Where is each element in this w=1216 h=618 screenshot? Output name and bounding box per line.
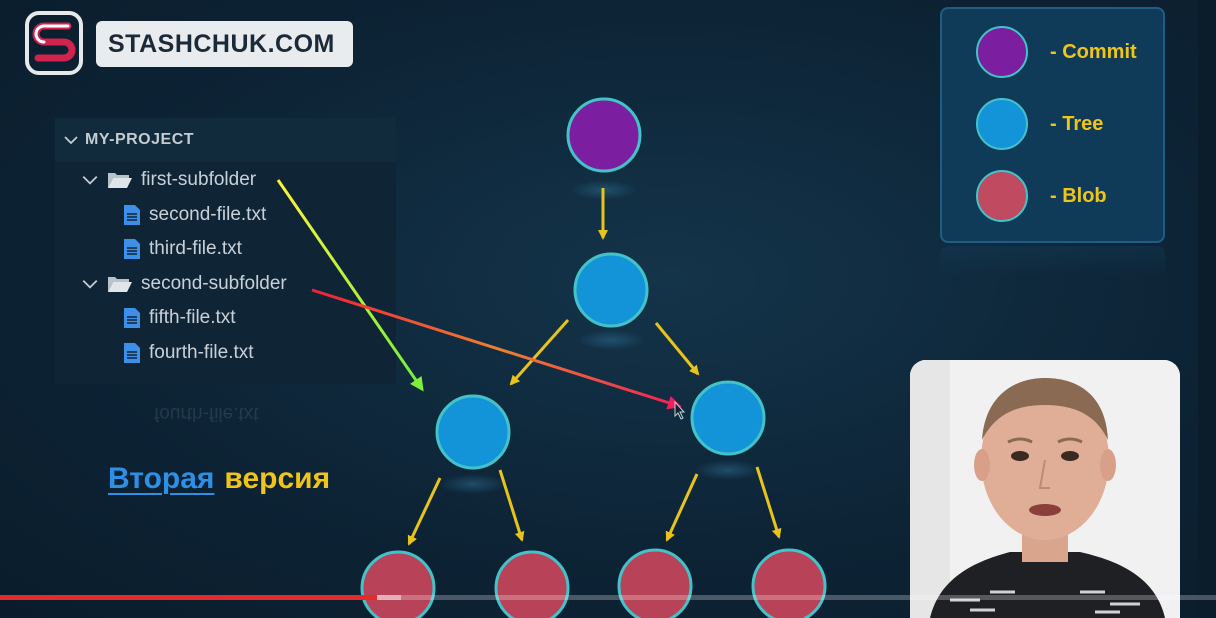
tree-item-label: fourth-file.txt (149, 342, 254, 363)
file-explorer: MY-PROJECT first-subfolder second-file.t… (55, 118, 396, 384)
folder-open-icon (108, 173, 132, 188)
site-badge: STASHCHUK.COM (96, 21, 353, 67)
tree-file-fourth-file[interactable]: fourth-file.txt (123, 336, 254, 370)
chevron-down-icon (82, 175, 98, 185)
tree-item-label: third-file.txt (149, 238, 242, 259)
tree-folder-second-subfolder[interactable]: second-subfolder (81, 267, 287, 301)
blob-node (751, 548, 827, 618)
progress-buffered (377, 595, 401, 600)
file-text-icon (124, 239, 140, 259)
tree-node-root (573, 252, 649, 328)
explorer-header[interactable]: MY-PROJECT (55, 118, 396, 162)
progress-played (0, 595, 377, 600)
edge-tree-blob-2 (498, 469, 525, 542)
tree-file-fifth-file[interactable]: fifth-file.txt (123, 301, 236, 335)
mouse-cursor-icon (674, 400, 686, 420)
node-reflection (439, 474, 507, 494)
tree-file-third-file[interactable]: third-file.txt (123, 232, 242, 266)
edge-tree-blob-3 (665, 473, 699, 542)
legend-label: - Commit (1050, 40, 1137, 63)
edge-tree-blob-4 (755, 466, 782, 539)
chevron-down-icon (82, 279, 98, 289)
legend-item-tree: - Tree (976, 95, 1166, 153)
caption-word-1: Вторая (108, 462, 215, 495)
edge-tree-tree-right (654, 322, 700, 376)
legend-reflection (940, 246, 1165, 276)
node-reflection (577, 330, 645, 350)
folder-open-icon (108, 277, 132, 292)
stashchuk-logo-icon (24, 10, 84, 76)
legend-item-blob: - Blob (976, 167, 1166, 225)
tree-item-label: fifth-file.txt (149, 307, 236, 328)
tree-folder-first-subfolder[interactable]: first-subfolder (81, 163, 256, 197)
explorer-reflection: fourth-file.txt (154, 403, 259, 424)
legend-item-commit: - Commit (976, 23, 1166, 81)
chevron-down-icon (64, 136, 78, 145)
file-text-icon (124, 343, 140, 363)
file-text-icon (124, 205, 140, 225)
node-reflection (694, 460, 762, 480)
site-name: STASHCHUK.COM (108, 29, 335, 58)
legend-commit-swatch (976, 26, 1028, 78)
project-title: MY-PROJECT (85, 131, 195, 148)
video-progress-bar[interactable] (0, 595, 1216, 600)
tree-item-label: first-subfolder (141, 169, 257, 190)
tree-node-second-subfolder (690, 380, 766, 456)
legend-tree-swatch (976, 98, 1028, 150)
blob-node (494, 550, 570, 618)
legend-blob-swatch (976, 170, 1028, 222)
edge-tree-blob-1 (407, 477, 442, 546)
presenter-webcam (910, 360, 1180, 618)
version-caption: Вторая версия (108, 462, 330, 496)
tree-item-label: second-subfolder (141, 273, 287, 294)
node-reflection (570, 180, 638, 200)
legend-label: - Blob (1050, 184, 1107, 207)
caption-word-2: версия (224, 462, 331, 495)
window-edge (1198, 0, 1216, 618)
file-text-icon (124, 308, 140, 328)
blob-node (617, 548, 693, 618)
legend-label: - Tree (1050, 112, 1104, 135)
edge-tree-tree-left (509, 319, 570, 386)
tree-item-label: second-file.txt (149, 204, 267, 225)
commit-node (566, 97, 642, 173)
tree-file-second-file[interactable]: second-file.txt (123, 198, 266, 232)
presenter-avatar (910, 360, 1180, 618)
blob-node (360, 550, 436, 618)
legend-panel: - Commit - Tree - Blob (940, 7, 1165, 243)
tree-node-first-subfolder (435, 394, 511, 470)
